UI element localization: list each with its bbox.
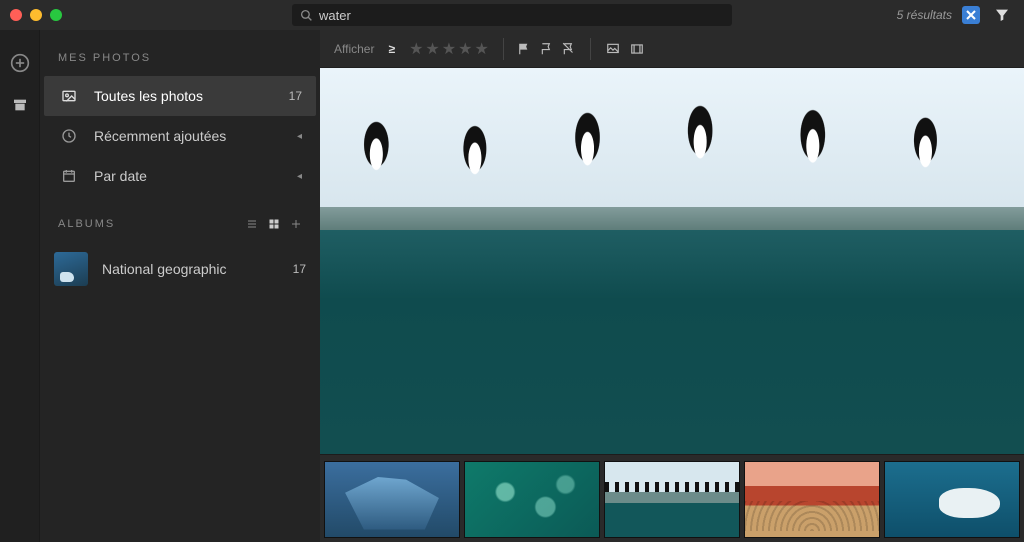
close-window-button[interactable] <box>10 9 22 21</box>
clock-icon <box>58 128 80 144</box>
titlebar: 5 résultats <box>0 0 1024 30</box>
sidebar: MES PHOTOS Toutes les photos 17 Récemmen… <box>40 30 320 542</box>
sidebar-item-label: Toutes les photos <box>94 88 203 104</box>
close-icon <box>966 10 976 20</box>
star-icon: ★ <box>442 39 456 59</box>
flag-unflagged-button[interactable] <box>540 42 554 56</box>
star-icon: ★ <box>425 39 439 59</box>
left-rail <box>0 30 40 542</box>
flag-reject-icon <box>562 42 576 56</box>
main-photo-viewer[interactable] <box>320 68 1024 454</box>
filmstrip <box>320 454 1024 542</box>
album-thumbnail <box>54 252 88 286</box>
star-icon: ★ <box>409 39 423 59</box>
sidebar-item-label: Récemment ajoutées <box>94 128 226 144</box>
add-button[interactable] <box>9 52 31 74</box>
search-results-count: 5 résultats <box>897 8 952 22</box>
star-icon: ★ <box>458 39 472 59</box>
plus-icon <box>290 218 302 230</box>
sidebar-item-label: Par date <box>94 168 147 184</box>
album-count: 17 <box>293 262 306 276</box>
album-view-list-button[interactable] <box>246 218 258 230</box>
flag-neutral-icon <box>540 42 554 56</box>
album-view-grid-button[interactable] <box>268 218 280 230</box>
calendar-icon <box>58 168 80 184</box>
sidebar-item-recent[interactable]: Récemment ajoutées ◂ <box>44 116 316 156</box>
thumbnail[interactable] <box>324 461 460 538</box>
album-item[interactable]: National geographic 17 <box>40 242 320 296</box>
section-header-albums: ALBUMS <box>40 196 320 242</box>
show-label: Afficher <box>334 42 374 56</box>
rating-filter[interactable]: ★ ★ ★ ★ ★ <box>409 39 489 59</box>
flag-reject-button[interactable] <box>562 42 576 56</box>
chevron-left-icon: ◂ <box>297 171 302 182</box>
search-icon <box>300 9 319 22</box>
thumbnail[interactable] <box>464 461 600 538</box>
archive-button[interactable] <box>9 94 31 116</box>
filter-button[interactable] <box>990 4 1014 26</box>
grid-icon <box>268 218 280 230</box>
sidebar-item-by-date[interactable]: Par date ◂ <box>44 156 316 196</box>
album-label: National geographic <box>102 261 227 277</box>
image-icon <box>605 42 621 56</box>
view-toolbar: Afficher ≥ ★ ★ ★ ★ ★ <box>320 30 1024 68</box>
maximize-window-button[interactable] <box>50 9 62 21</box>
toolbar-separator <box>503 38 504 60</box>
toolbar-separator <box>590 38 591 60</box>
list-icon <box>246 218 258 230</box>
media-videos-button[interactable] <box>629 42 645 56</box>
sidebar-item-count: 17 <box>289 89 302 103</box>
funnel-icon <box>994 7 1010 23</box>
rating-gte-toggle[interactable]: ≥ <box>388 42 395 56</box>
flag-pick-button[interactable] <box>518 42 532 56</box>
photos-icon <box>58 88 80 104</box>
video-icon <box>629 42 645 56</box>
search-field[interactable] <box>292 4 732 26</box>
clear-search-button[interactable] <box>962 6 980 24</box>
plus-circle-icon <box>10 53 30 73</box>
search-input[interactable] <box>319 8 724 23</box>
section-header-photos: MES PHOTOS <box>40 30 320 76</box>
star-icon: ★ <box>474 39 488 59</box>
main-panel: Afficher ≥ ★ ★ ★ ★ ★ <box>320 30 1024 542</box>
thumbnail[interactable] <box>604 461 740 538</box>
media-photos-button[interactable] <box>605 42 621 56</box>
sidebar-item-all-photos[interactable]: Toutes les photos 17 <box>44 76 316 116</box>
flag-pick-icon <box>518 42 532 56</box>
thumbnail[interactable] <box>744 461 880 538</box>
section-header-label: ALBUMS <box>58 218 115 230</box>
album-add-button[interactable] <box>290 218 302 230</box>
minimize-window-button[interactable] <box>30 9 42 21</box>
thumbnail[interactable] <box>884 461 1020 538</box>
archive-icon <box>12 97 28 113</box>
selected-photo <box>320 68 1024 454</box>
chevron-left-icon: ◂ <box>297 131 302 142</box>
window-controls <box>10 9 62 21</box>
